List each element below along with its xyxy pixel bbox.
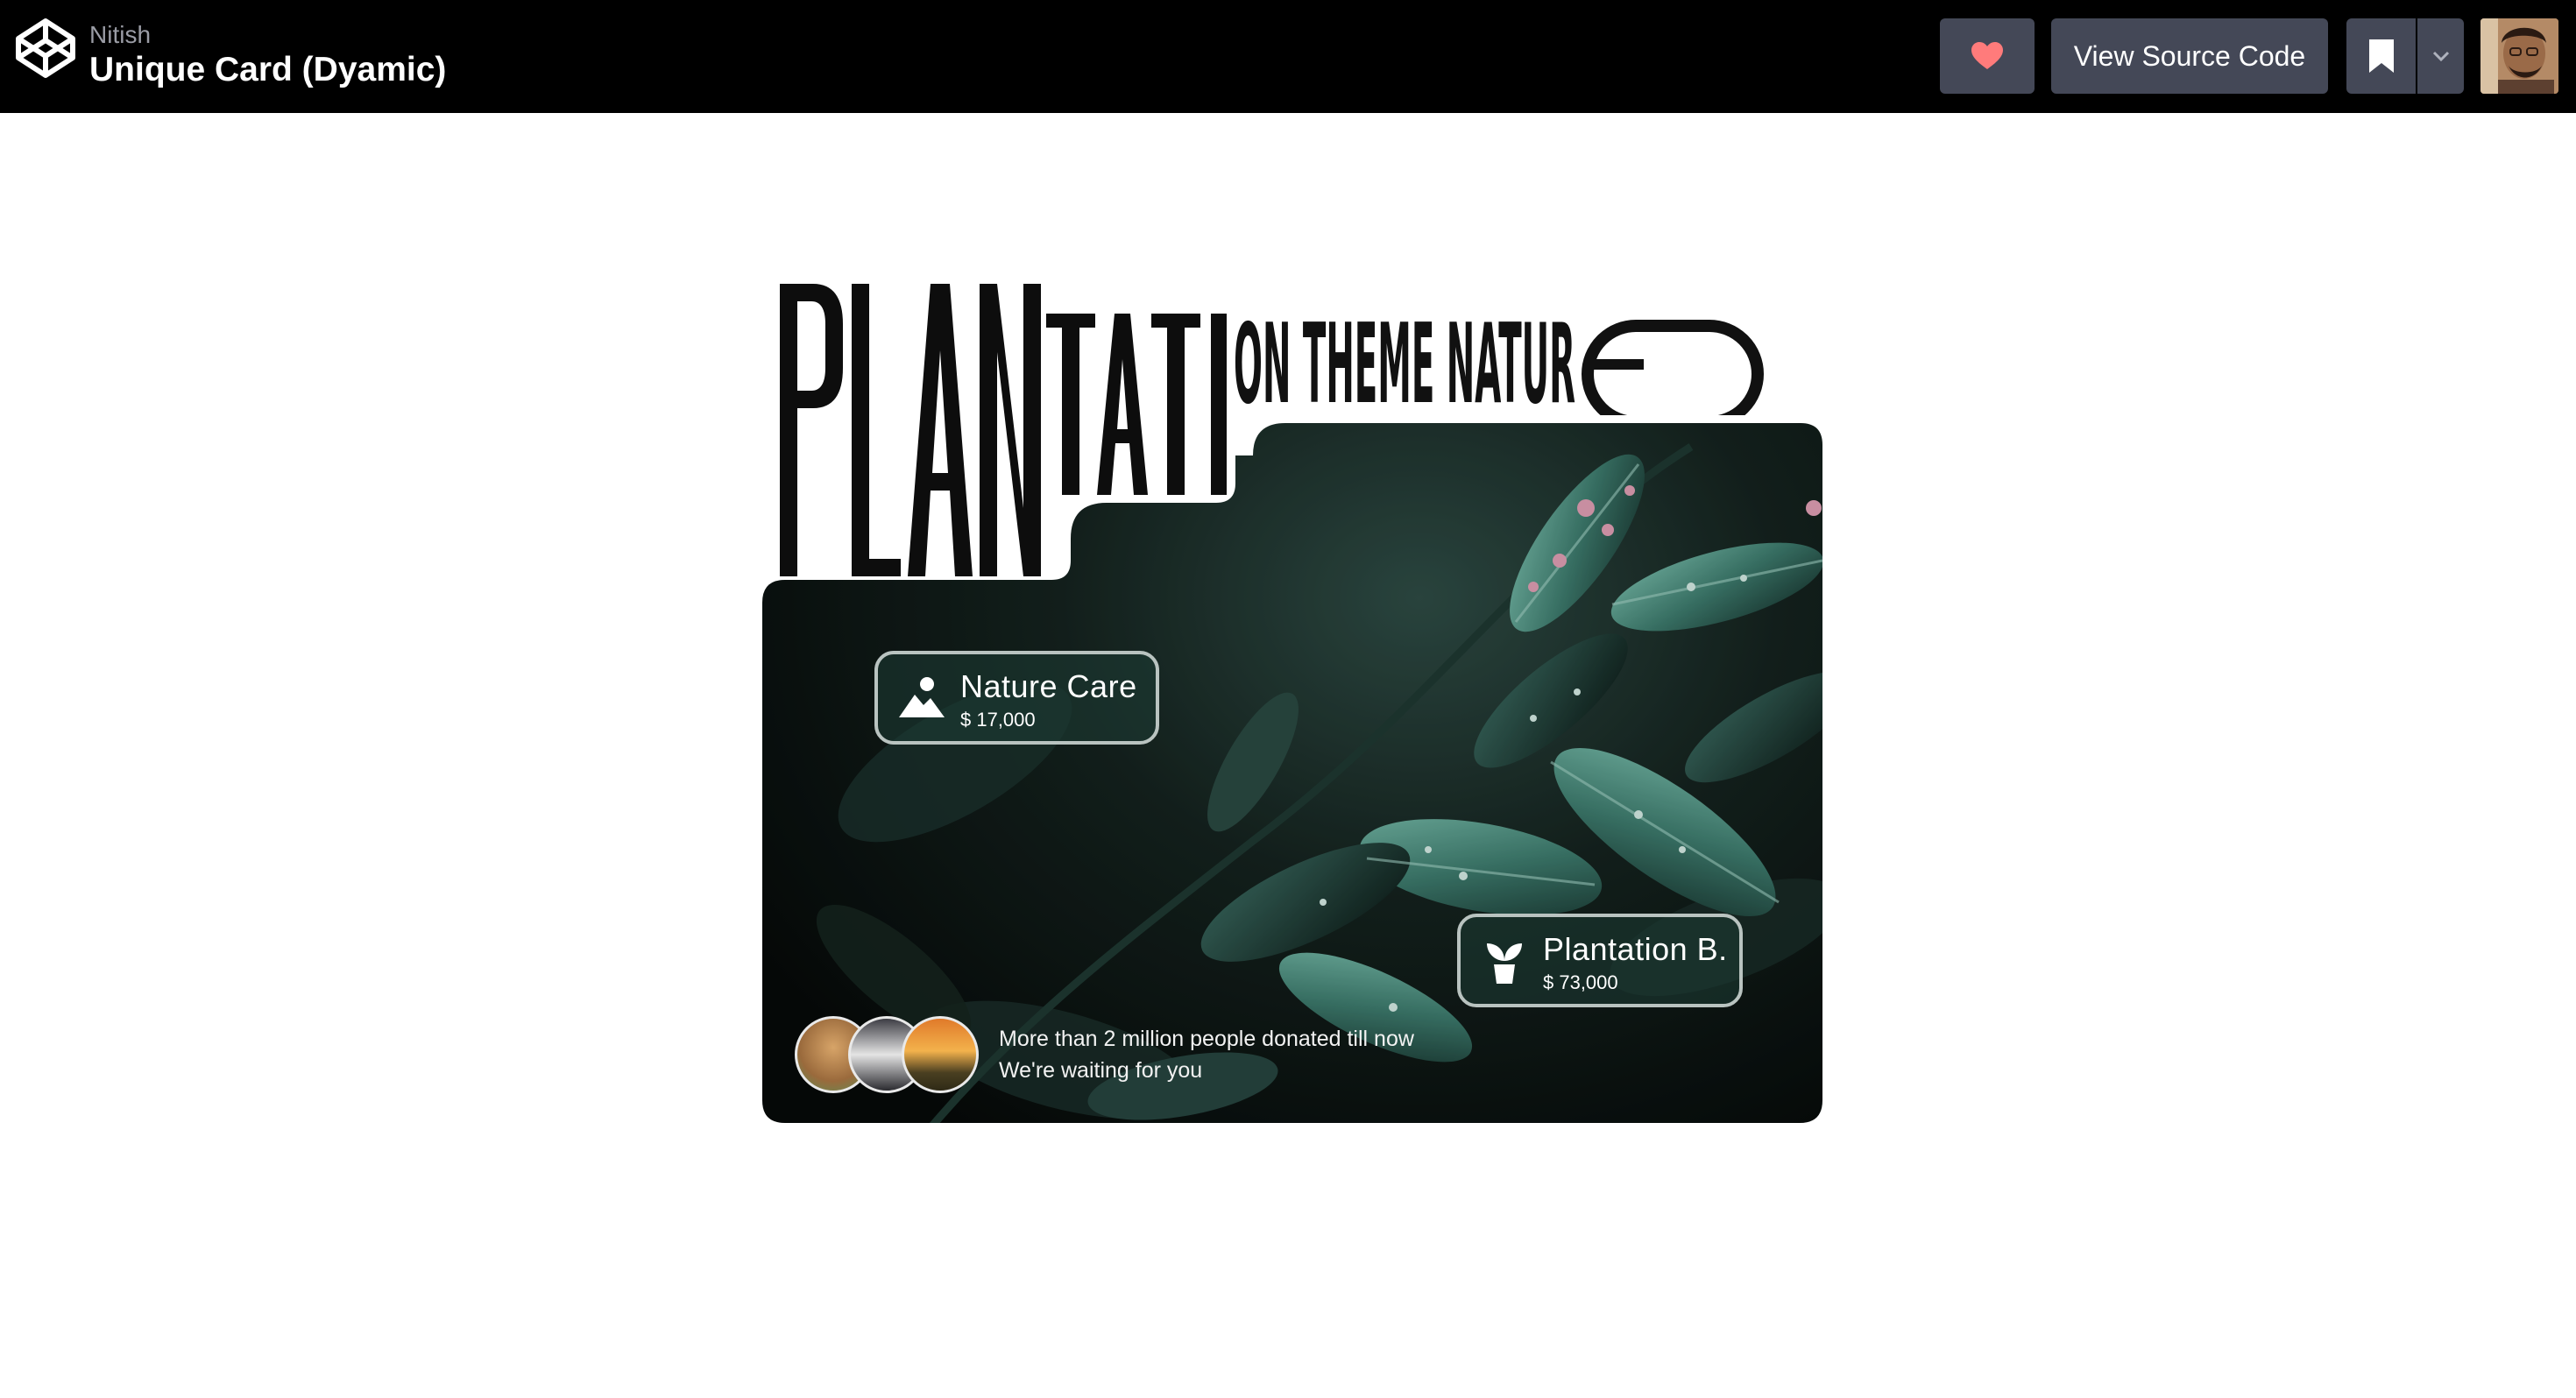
user-avatar[interactable] xyxy=(2480,18,2558,94)
mountain-person-icon xyxy=(899,677,945,717)
chevron-down-icon xyxy=(2432,51,2449,61)
donor-avatars xyxy=(795,1016,987,1095)
pill-name: Nature Care xyxy=(960,668,1137,704)
pen-owner[interactable]: Nitish xyxy=(89,21,151,49)
top-bar: Nitish Unique Card (Dyamic) View Source … xyxy=(0,0,2576,113)
toggle-shape xyxy=(1582,320,1764,415)
pen-title: Unique Card (Dyamic) xyxy=(89,51,447,88)
plantation-b-pill[interactable]: Plantation B. $ 73,000 xyxy=(1457,914,1743,1007)
view-source-button[interactable]: View Source Code xyxy=(2051,18,2328,94)
pill-price: $ 73,000 xyxy=(1543,971,1618,993)
bookmark-icon xyxy=(2368,39,2394,73)
donor-avatar xyxy=(902,1016,979,1093)
plantation-card: ON THEME NATUR Nature Care $ 17,000 Plan… xyxy=(754,272,1822,1130)
codepen-logo-icon[interactable] xyxy=(14,17,77,80)
heart-icon xyxy=(1971,42,2003,69)
avatar-portrait xyxy=(2480,18,2558,94)
donation-line-2: We're waiting for you xyxy=(999,1058,1203,1083)
bookmark-menu-button[interactable] xyxy=(2417,18,2464,94)
pill-price: $ 17,000 xyxy=(960,709,1036,731)
bookmark-button[interactable] xyxy=(2346,18,2416,94)
like-button[interactable] xyxy=(1940,18,2035,94)
heading-small-text: ON THEME NATUR xyxy=(1234,310,1575,415)
heading-subtitle-graphic: ON THEME NATUR xyxy=(1234,310,1764,415)
pill-name: Plantation B. xyxy=(1543,931,1728,967)
nature-care-pill[interactable]: Nature Care $ 17,000 xyxy=(874,651,1159,745)
donation-line-1: More than 2 million people donated till … xyxy=(999,1027,1414,1051)
plant-pot-icon xyxy=(1487,943,1522,984)
donation-text: More than 2 million people donated till … xyxy=(999,1023,1414,1086)
